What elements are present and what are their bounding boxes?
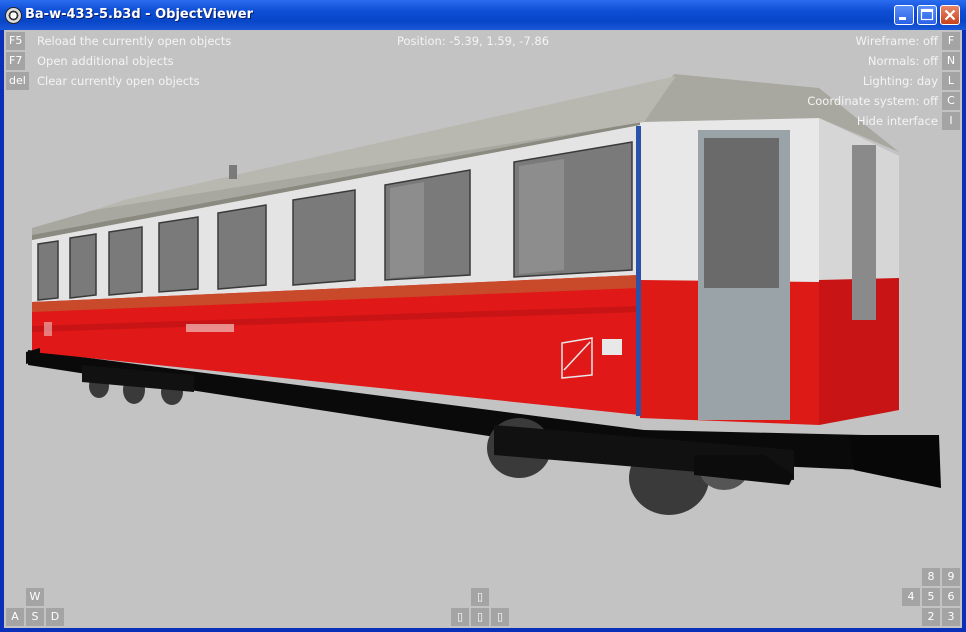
- camera-position-readout: Position: -5.39, 1.59, -7.86: [397, 34, 550, 48]
- hide-interface-key[interactable]: I: [942, 112, 960, 130]
- normals-label: Normals: off: [867, 54, 938, 68]
- clear-key[interactable]: del: [6, 72, 29, 90]
- objectviewer-window: Ba-w-433-5.b3d - ObjectViewer F5 Reload …: [0, 0, 966, 632]
- close-button[interactable]: [940, 5, 960, 25]
- move-forward-key[interactable]: W: [26, 588, 44, 606]
- numpad-3-key[interactable]: 3: [942, 608, 960, 626]
- lighting-label: Lighting: day: [862, 74, 938, 88]
- coordinate-system-key[interactable]: C: [942, 92, 960, 110]
- numpad-4-key[interactable]: 4: [902, 588, 920, 606]
- coordinate-system-label: Coordinate system: off: [807, 94, 938, 108]
- numpad-9-key[interactable]: 9: [942, 568, 960, 586]
- railway-coach-model: [26, 74, 941, 515]
- close-icon: [944, 9, 956, 21]
- arrow-down-key[interactable]: ▯: [471, 608, 489, 626]
- open-label: Open additional objects: [37, 54, 174, 68]
- arrow-up-key[interactable]: ▯: [471, 588, 489, 606]
- normals-key[interactable]: N: [942, 52, 960, 70]
- arrow-left-key[interactable]: ▯: [451, 608, 469, 626]
- objectviewer-app-icon[interactable]: [5, 7, 22, 24]
- open-key[interactable]: F7: [6, 52, 26, 70]
- wireframe-label: Wireframe: off: [855, 34, 938, 48]
- reload-key[interactable]: F5: [6, 32, 26, 50]
- maximize-icon: [920, 8, 934, 21]
- numpad-5-key[interactable]: 5: [922, 588, 940, 606]
- maximize-button[interactable]: [917, 5, 937, 25]
- hide-interface-label: Hide interface: [856, 114, 938, 128]
- 3d-viewport[interactable]: F5 Reload the currently open objects F7 …: [4, 30, 962, 628]
- numpad-2-key[interactable]: 2: [922, 608, 940, 626]
- lighting-key[interactable]: L: [942, 72, 960, 90]
- minimize-icon: [899, 17, 906, 20]
- numpad-6-key[interactable]: 6: [942, 588, 960, 606]
- wireframe-key[interactable]: F: [942, 32, 960, 50]
- minimize-button[interactable]: [894, 5, 914, 25]
- move-left-key[interactable]: A: [6, 608, 24, 626]
- window-title: Ba-w-433-5.b3d - ObjectViewer: [25, 7, 253, 22]
- reload-label: Reload the currently open objects: [37, 34, 232, 48]
- numpad-8-key[interactable]: 8: [922, 568, 940, 586]
- clear-label: Clear currently open objects: [37, 74, 200, 88]
- move-back-key[interactable]: S: [26, 608, 44, 626]
- move-right-key[interactable]: D: [46, 608, 64, 626]
- arrow-right-key[interactable]: ▯: [491, 608, 509, 626]
- title-bar[interactable]: Ba-w-433-5.b3d - ObjectViewer: [0, 0, 966, 30]
